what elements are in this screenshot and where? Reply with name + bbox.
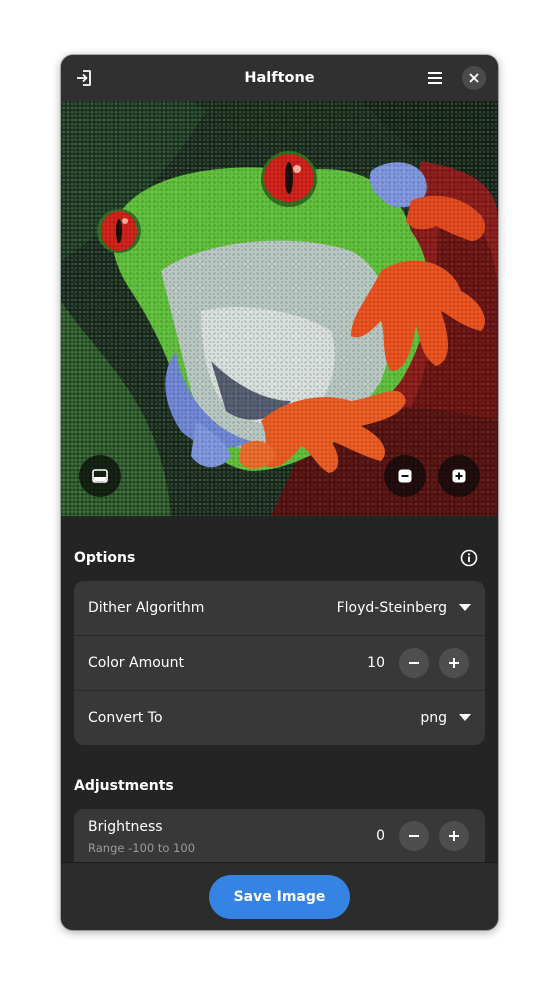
brightness-spinner: 0 bbox=[376, 809, 469, 862]
zoom-out-button[interactable] bbox=[384, 455, 426, 497]
brightness-value[interactable]: 0 bbox=[376, 828, 385, 844]
plus-icon bbox=[449, 658, 459, 668]
dither-algorithm-row[interactable]: Dither Algorithm Floyd-Steinberg bbox=[74, 581, 485, 636]
hamburger-menu-icon bbox=[428, 72, 442, 84]
info-icon bbox=[460, 549, 478, 567]
settings-panel[interactable]: Options Dither Algorithm Floyd-Steinberg… bbox=[61, 517, 498, 862]
header-bar: Halftone bbox=[61, 55, 498, 102]
bottom-action-bar: Save Image bbox=[61, 862, 498, 930]
dropdown-arrow-icon bbox=[459, 604, 471, 611]
plus-icon bbox=[449, 831, 459, 841]
zoom-in-icon bbox=[452, 469, 466, 483]
convert-to-row[interactable]: Convert To png bbox=[74, 691, 485, 745]
dithered-frog-image bbox=[61, 101, 498, 516]
brightness-label: Brightness bbox=[88, 819, 163, 835]
dither-algorithm-value: Floyd-Steinberg bbox=[336, 600, 447, 616]
close-icon bbox=[469, 73, 479, 83]
brightness-range-subtitle: Range -100 to 100 bbox=[88, 841, 196, 855]
toggle-panel-button[interactable] bbox=[79, 455, 121, 497]
dropdown-arrow-icon bbox=[459, 714, 471, 721]
convert-to-value: png bbox=[420, 710, 447, 726]
zoom-out-icon bbox=[398, 469, 412, 483]
dither-algorithm-label: Dither Algorithm bbox=[88, 600, 205, 616]
color-amount-decrease-button[interactable] bbox=[399, 648, 429, 678]
convert-to-dropdown[interactable]: png bbox=[420, 691, 471, 745]
save-image-button[interactable]: Save Image bbox=[209, 875, 350, 919]
brightness-decrease-button[interactable] bbox=[399, 821, 429, 851]
minus-icon bbox=[409, 662, 419, 664]
brightness-increase-button[interactable] bbox=[439, 821, 469, 851]
color-amount-row: Color Amount 10 bbox=[74, 636, 485, 691]
color-amount-label: Color Amount bbox=[88, 655, 185, 671]
options-card: Dither Algorithm Floyd-Steinberg Color A… bbox=[74, 581, 485, 745]
close-button[interactable] bbox=[462, 66, 486, 90]
color-amount-increase-button[interactable] bbox=[439, 648, 469, 678]
convert-to-label: Convert To bbox=[88, 710, 163, 726]
info-button[interactable] bbox=[458, 547, 480, 569]
brightness-row: Brightness Range -100 to 100 0 bbox=[74, 809, 485, 862]
adjustments-card: Brightness Range -100 to 100 0 bbox=[74, 809, 485, 862]
color-amount-value[interactable]: 10 bbox=[367, 655, 385, 671]
app-window: Halftone Options Dither Algorithm Floyd-… bbox=[61, 55, 498, 930]
panel-toggle-icon bbox=[92, 469, 108, 483]
zoom-in-button[interactable] bbox=[438, 455, 480, 497]
minus-icon bbox=[409, 835, 419, 837]
color-amount-spinner: 10 bbox=[367, 636, 469, 690]
adjustments-heading: Adjustments bbox=[74, 778, 174, 794]
image-preview[interactable] bbox=[61, 101, 498, 516]
options-heading: Options bbox=[74, 550, 136, 566]
main-menu-button[interactable] bbox=[421, 64, 449, 92]
dither-algorithm-dropdown[interactable]: Floyd-Steinberg bbox=[337, 581, 471, 635]
